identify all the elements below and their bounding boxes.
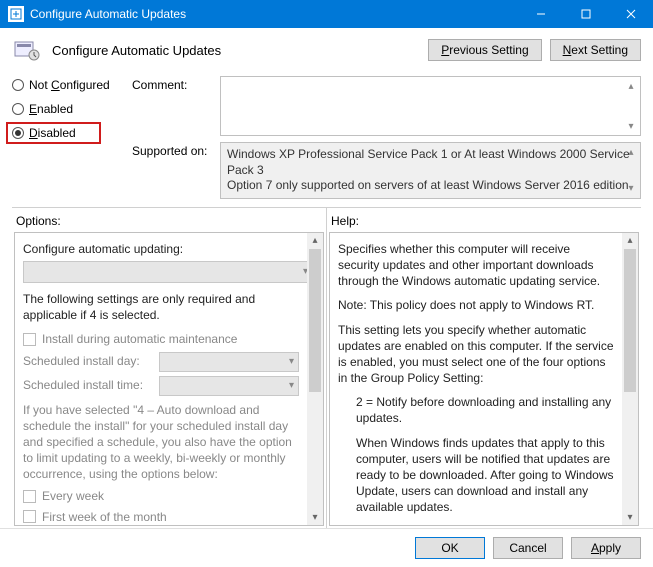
minimize-button[interactable] <box>518 0 563 28</box>
scroll-up-icon[interactable]: ▴ <box>622 233 638 249</box>
radio-disabled[interactable]: Disabled <box>12 126 122 140</box>
scroll-down-icon[interactable]: ▾ <box>624 182 638 196</box>
apply-button[interactable]: Apply <box>571 537 641 559</box>
next-setting-button[interactable]: Next Setting <box>550 39 641 61</box>
app-icon <box>8 6 24 22</box>
every-week-checkbox[interactable]: Every week <box>23 488 299 504</box>
close-button[interactable] <box>608 0 653 28</box>
dialog-footer: OK Cancel Apply <box>0 528 653 567</box>
radio-not-configured[interactable]: Not Configured <box>12 78 122 92</box>
comment-textbox[interactable]: ▴ ▾ <box>220 76 641 136</box>
policy-icon <box>12 38 44 62</box>
options-heading: Options: <box>12 208 326 232</box>
scroll-up-icon[interactable]: ▴ <box>307 233 323 249</box>
options-panel: Options: Configure automatic updating: T… <box>12 208 326 528</box>
scheduled-day-label: Scheduled install day: <box>23 353 153 369</box>
scroll-down-icon[interactable]: ▾ <box>307 509 323 525</box>
ok-button[interactable]: OK <box>415 537 485 559</box>
first-week-checkbox[interactable]: First week of the month <box>23 509 299 525</box>
configure-updating-dropdown[interactable] <box>23 261 307 283</box>
scrollbar-thumb[interactable] <box>624 249 636 392</box>
state-radio-group: Not Configured Enabled Disabled <box>12 76 122 199</box>
options-scrollbar[interactable]: ▴ ▾ <box>307 233 323 525</box>
supported-line-2: Option 7 only supported on servers of at… <box>227 178 634 194</box>
scrollbar-thumb[interactable] <box>309 249 321 392</box>
window-title: Configure Automatic Updates <box>30 7 518 21</box>
help-scrollbar[interactable]: ▴ ▾ <box>622 233 638 525</box>
title-bar: Configure Automatic Updates <box>0 0 653 28</box>
radio-enabled[interactable]: Enabled <box>12 102 122 116</box>
supported-on-box: Windows XP Professional Service Pack 1 o… <box>220 142 641 199</box>
scroll-up-icon[interactable]: ▴ <box>624 79 638 93</box>
cancel-button[interactable]: Cancel <box>493 537 563 559</box>
scheduled-time-label: Scheduled install time: <box>23 377 153 393</box>
supported-line-1: Windows XP Professional Service Pack 1 o… <box>227 147 634 178</box>
maximize-button[interactable] <box>563 0 608 28</box>
header-row: Configure Automatic Updates Previous Set… <box>0 28 653 72</box>
scroll-down-icon[interactable]: ▾ <box>624 119 638 133</box>
help-heading: Help: <box>327 208 641 232</box>
page-title: Configure Automatic Updates <box>52 43 428 58</box>
config-area: Not Configured Enabled Disabled Comment:… <box>0 72 653 207</box>
previous-setting-button[interactable]: Previous Setting <box>428 39 541 61</box>
scroll-down-icon[interactable]: ▾ <box>622 509 638 525</box>
help-panel: Help: Specifies whether this computer wi… <box>326 208 641 528</box>
configure-updating-label: Configure automatic updating: <box>23 241 299 257</box>
install-during-maintenance-checkbox[interactable]: Install during automatic maintenance <box>23 331 299 347</box>
scheduled-time-dropdown[interactable] <box>159 376 299 396</box>
comment-label: Comment: <box>132 76 212 92</box>
scroll-up-icon[interactable]: ▴ <box>624 145 638 159</box>
help-text: Specifies whether this computer will rec… <box>330 233 622 525</box>
options-note: The following settings are only required… <box>23 291 299 323</box>
options-long-note: If you have selected "4 – Auto download … <box>23 402 299 483</box>
supported-on-label: Supported on: <box>132 142 212 158</box>
scheduled-day-dropdown[interactable] <box>159 352 299 372</box>
panels: Options: Configure automatic updating: T… <box>12 207 641 528</box>
